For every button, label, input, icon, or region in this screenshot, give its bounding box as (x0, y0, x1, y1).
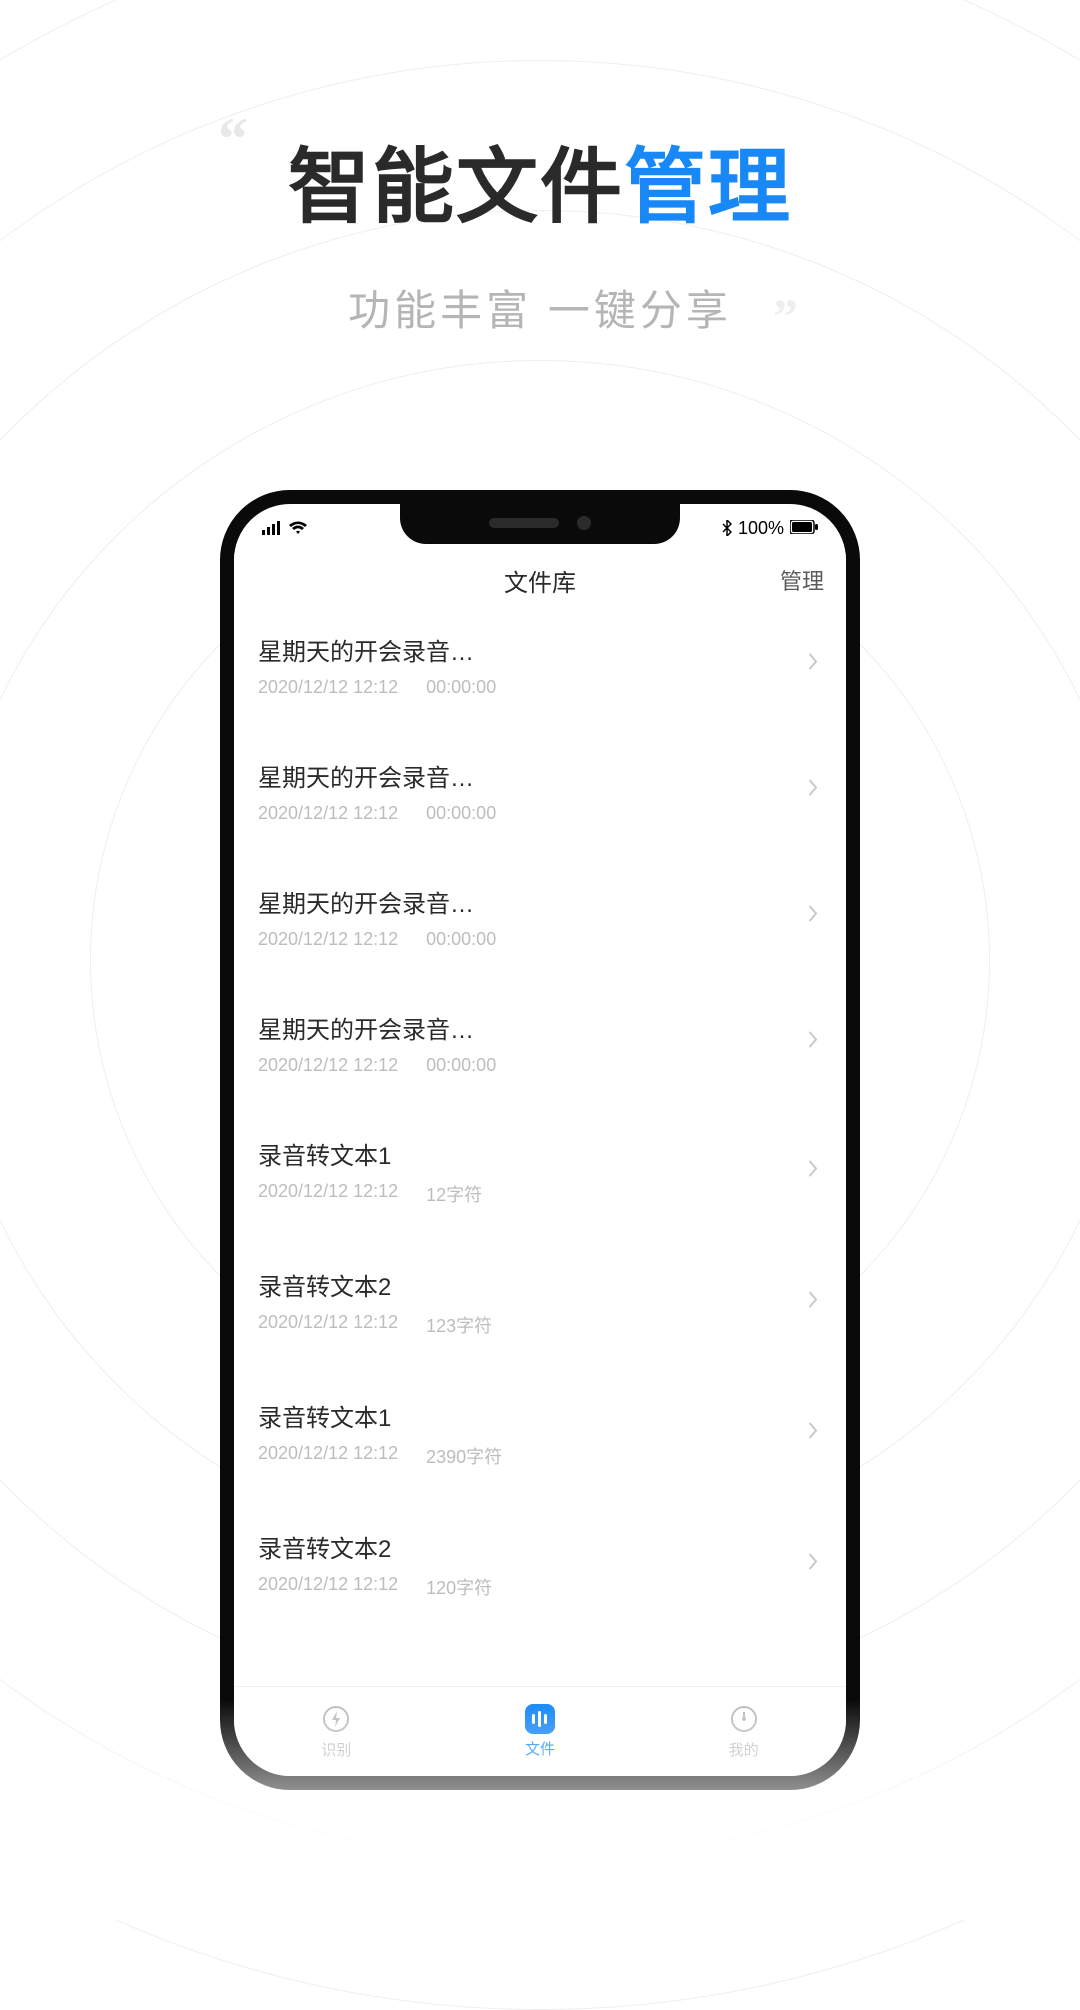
manage-button[interactable]: 管理 (780, 564, 824, 596)
hero-section: “ 智能文件管理 功能丰富 一键分享 ” (0, 0, 1080, 338)
file-item[interactable]: 星期天的开会录音… 2020/12/12 12:12 00:00:00 (258, 608, 822, 720)
chevron-right-icon (808, 1421, 818, 1444)
file-info: 00:00:00 (426, 1055, 496, 1076)
page-title: 文件库 (504, 563, 576, 598)
file-title: 录音转文本1 (258, 1398, 822, 1433)
file-title: 录音转文本2 (258, 1529, 822, 1564)
battery-icon (790, 518, 818, 539)
file-item[interactable]: 星期天的开会录音… 2020/12/12 12:12 00:00:00 (258, 986, 822, 1098)
chevron-right-icon (808, 1552, 818, 1575)
file-info: 120字符 (426, 1574, 492, 1600)
file-date: 2020/12/12 12:12 (258, 803, 398, 824)
file-meta: 2020/12/12 12:12 00:00:00 (258, 803, 822, 824)
file-meta: 2020/12/12 12:12 2390字符 (258, 1443, 822, 1469)
file-meta: 2020/12/12 12:12 00:00:00 (258, 1055, 822, 1076)
file-date: 2020/12/12 12:12 (258, 1574, 398, 1600)
file-info: 00:00:00 (426, 929, 496, 950)
files-icon (525, 1704, 555, 1734)
tab-files[interactable]: 文件 (525, 1704, 555, 1759)
screen-content: 文件库 管理 星期天的开会录音… 2020/12/12 12:12 00:00:00… (234, 552, 846, 1776)
file-date: 2020/12/12 12:12 (258, 1443, 398, 1469)
file-info: 12字符 (426, 1181, 482, 1207)
file-date: 2020/12/12 12:12 (258, 929, 398, 950)
file-title: 星期天的开会录音… (258, 1010, 822, 1045)
chevron-right-icon (808, 653, 818, 676)
file-item[interactable]: 录音转文本2 2020/12/12 12:12 123字符 (258, 1243, 822, 1360)
hero-subtitle-text: 功能丰富 一键分享 (348, 287, 732, 334)
tab-label: 我的 (729, 1739, 759, 1760)
chevron-right-icon (808, 1290, 818, 1313)
hero-title-accent: 管理 (624, 142, 792, 233)
file-title: 星期天的开会录音… (258, 758, 822, 793)
lightning-circle-icon (320, 1703, 352, 1735)
tab-label: 识别 (321, 1739, 351, 1760)
chevron-right-icon (808, 1159, 818, 1182)
file-date: 2020/12/12 12:12 (258, 1055, 398, 1076)
hero-title: “ 智能文件管理 (288, 120, 792, 239)
file-title: 星期天的开会录音… (258, 632, 822, 667)
chevron-right-icon (808, 779, 818, 802)
file-info: 00:00:00 (426, 677, 496, 698)
file-meta: 2020/12/12 12:12 120字符 (258, 1574, 822, 1600)
file-item[interactable]: 录音转文本1 2020/12/12 12:12 2390字符 (258, 1374, 822, 1491)
hero-subtitle: 功能丰富 一键分享 ” (348, 277, 732, 338)
file-item[interactable]: 录音转文本1 2020/12/12 12:12 12字符 (258, 1112, 822, 1229)
file-info: 123字符 (426, 1312, 492, 1338)
file-info: 00:00:00 (426, 803, 496, 824)
hero-title-main: 智能文件 (288, 142, 624, 233)
chevron-right-icon (808, 1031, 818, 1054)
file-meta: 2020/12/12 12:12 00:00:00 (258, 677, 822, 698)
file-meta: 2020/12/12 12:12 12字符 (258, 1181, 822, 1207)
signal-icon (262, 521, 282, 535)
phone-frame: 100% 文件库 管理 星期天的开会录音… 2020/12/12 12:12 00:… (220, 490, 860, 1790)
nav-bar: 文件库 管理 (234, 552, 846, 608)
file-item[interactable]: 星期天的开会录音… 2020/12/12 12:12 00:00:00 (258, 860, 822, 972)
tab-mine[interactable]: 我的 (728, 1703, 760, 1760)
file-list[interactable]: 星期天的开会录音…2020/12/12 12:1200:00:00星期天的开会录… (234, 608, 846, 1686)
tab-bar: 识别 文件 我的 (234, 1686, 846, 1776)
wifi-icon (288, 521, 308, 535)
file-meta: 2020/12/12 12:12 00:00:00 (258, 929, 822, 950)
file-title: 录音转文本2 (258, 1267, 822, 1302)
phone-mockup: 100% 文件库 管理 星期天的开会录音… 2020/12/12 12:12 00:… (220, 490, 860, 1790)
tab-recognize[interactable]: 识别 (320, 1703, 352, 1760)
file-title: 星期天的开会录音… (258, 884, 822, 919)
file-info: 2390字符 (426, 1443, 502, 1469)
file-title: 录音转文本1 (258, 1136, 822, 1171)
chevron-right-icon (808, 905, 818, 928)
phone-notch (400, 502, 680, 544)
tab-label: 文件 (525, 1738, 555, 1759)
file-meta: 2020/12/12 12:12 123字符 (258, 1312, 822, 1338)
file-item[interactable]: 录音转文本2 2020/12/12 12:12 120字符 (258, 1505, 822, 1622)
file-item[interactable]: 星期天的开会录音… 2020/12/12 12:12 00:00:00 (258, 734, 822, 846)
quote-open-icon: “ (218, 105, 250, 174)
clock-icon (728, 1703, 760, 1735)
file-date: 2020/12/12 12:12 (258, 677, 398, 698)
battery-percent: 100% (738, 518, 784, 539)
bluetooth-icon (722, 520, 732, 536)
quote-close-icon: ” (773, 287, 802, 345)
file-date: 2020/12/12 12:12 (258, 1181, 398, 1207)
file-date: 2020/12/12 12:12 (258, 1312, 398, 1338)
